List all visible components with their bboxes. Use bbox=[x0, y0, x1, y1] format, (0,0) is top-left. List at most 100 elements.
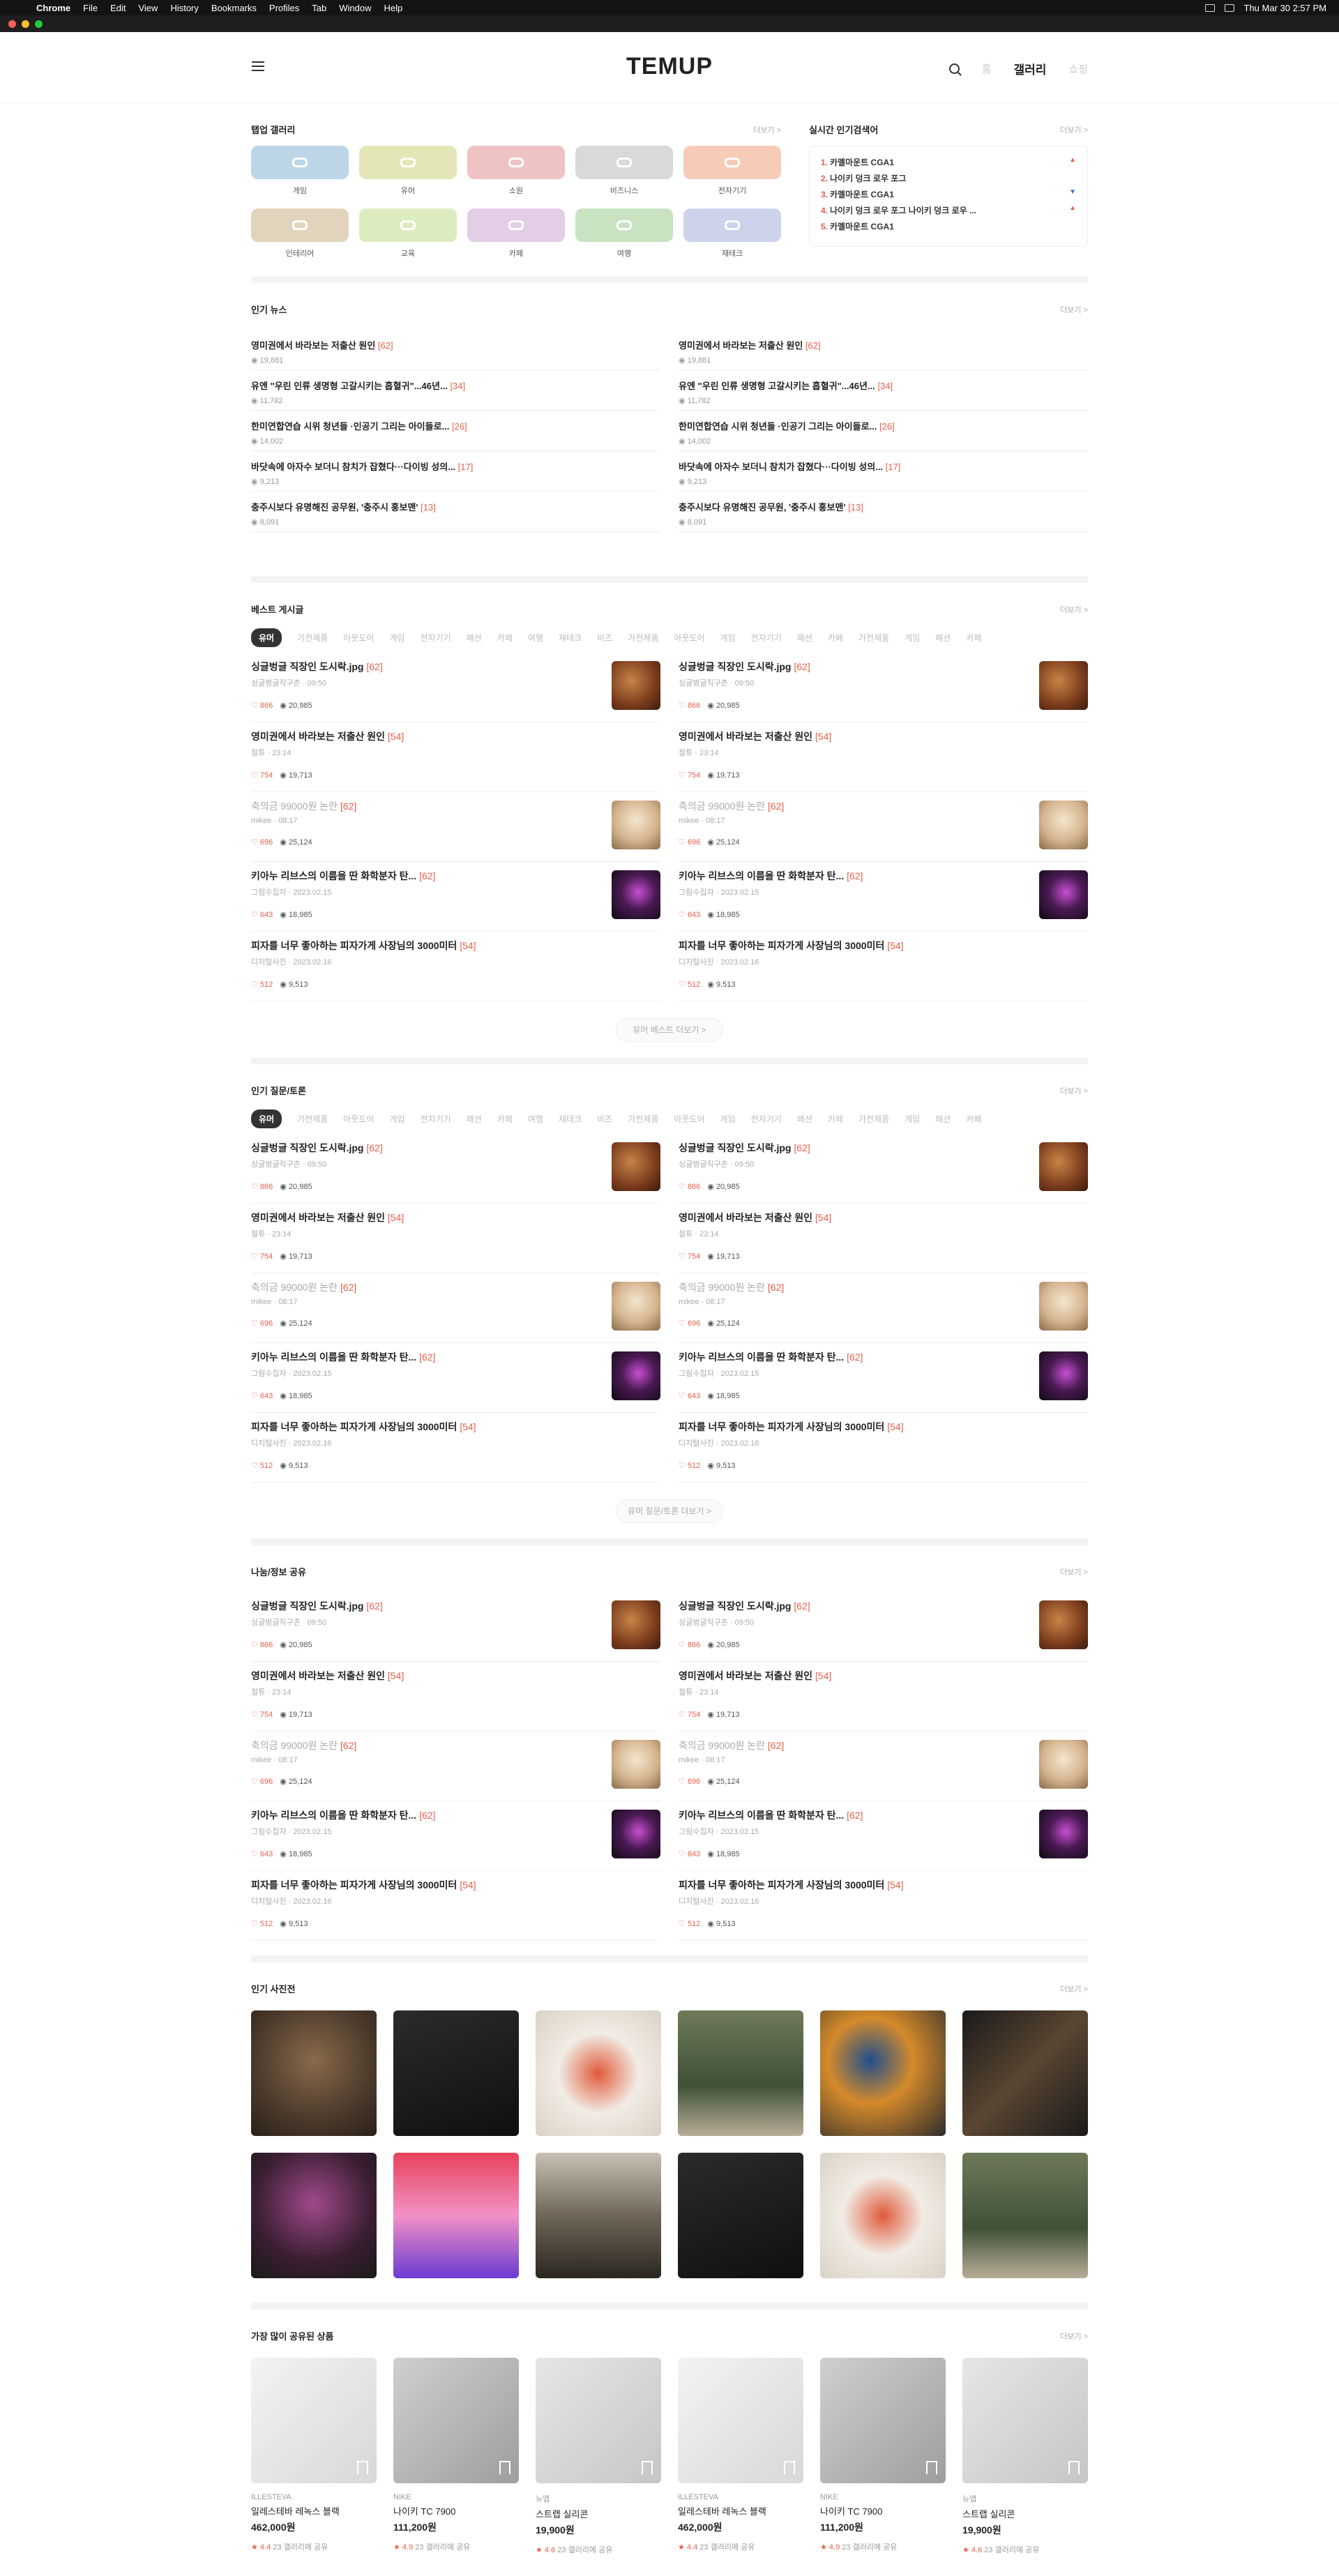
post-item[interactable]: 피자를 너무 좋아하는 피자가게 사장님의 3000미터 [54] 디지털사진 ·… bbox=[251, 1413, 660, 1483]
post-item[interactable]: 영미권에서 바라보는 저출산 원인 [54] 절튜 · 23:14 ♡ 754 ◉ 1… bbox=[679, 1204, 1088, 1273]
os-menu-item[interactable]: Help bbox=[384, 3, 403, 13]
category-tab[interactable]: 카페 bbox=[966, 632, 981, 644]
gallery-category-7[interactable]: 교육 bbox=[359, 209, 457, 259]
post-item[interactable]: 싱글벙글 직장인 도시락.jpg [62] 싱글벙글직구촌 · 09:50 ♡ 86… bbox=[251, 1592, 660, 1662]
post-item[interactable]: 축의금 99000원 논란 [62] mikee · 08:17 ♡ 696 ◉ 25… bbox=[251, 1732, 660, 1801]
os-menu-item[interactable]: Tab bbox=[312, 3, 326, 13]
category-tab[interactable]: 가전제품 bbox=[297, 1113, 328, 1125]
wifi-icon[interactable] bbox=[1224, 3, 1234, 12]
news-item[interactable]: 충주시보다 유명해진 공무원, '충주시 홍보맨' [13] ◉ 8,091 bbox=[679, 492, 1088, 532]
post-thumbnail[interactable] bbox=[1039, 661, 1088, 710]
category-tab[interactable]: 유머 bbox=[251, 628, 282, 647]
realtime-rank-item[interactable]: 2. 나이키 덩크 로우 포그 bbox=[821, 172, 1076, 188]
realtime-rank-item[interactable]: 4. 나이키 덩크 로우 포그 나이키 덩크 로우 ... ▲ bbox=[821, 204, 1076, 220]
category-tab[interactable]: 가전제품 bbox=[858, 632, 889, 644]
best-more-button[interactable]: 유머 베스트 더보기 > bbox=[616, 1018, 723, 1042]
post-thumbnail[interactable] bbox=[1039, 1142, 1088, 1191]
gallery-photo[interactable] bbox=[962, 2153, 1088, 2278]
photos-more-link[interactable]: 더보기 > bbox=[1060, 1983, 1088, 1994]
product-image[interactable] bbox=[678, 2358, 803, 2483]
product-image[interactable] bbox=[536, 2358, 661, 2483]
post-item[interactable]: 영미권에서 바라보는 저출산 원인 [54] 절튜 · 23:14 ♡ 754 ◉ 1… bbox=[251, 722, 660, 792]
post-item[interactable]: 축의금 99000원 논란 [62] mikee · 08:17 ♡ 696 ◉ 25… bbox=[679, 1732, 1088, 1801]
gallery-photo[interactable] bbox=[962, 2010, 1088, 2136]
post-item[interactable]: 피자를 너무 좋아하는 피자가게 사장님의 3000미터 [54] 디지털사진 ·… bbox=[679, 1871, 1088, 1941]
product-card[interactable]: 뉴앱 스트랩 실리콘 19,900원 ★ 4.6 23 갤러리에 공유 bbox=[536, 2358, 661, 2555]
product-card[interactable]: ILLESTEVA 일레스테바 레녹스 블랙 462,000원 ★ 4.4 23 갤러… bbox=[251, 2358, 377, 2555]
gallery-photo[interactable] bbox=[251, 2153, 377, 2278]
news-item[interactable]: 영미권에서 바라보는 저출산 원인 [62] ◉ 19,881 bbox=[679, 330, 1088, 370]
post-item[interactable]: 피자를 너무 좋아하는 피자가게 사장님의 3000미터 [54] 디지털사진 ·… bbox=[251, 1871, 660, 1941]
bookmark-icon[interactable] bbox=[499, 2461, 510, 2475]
products-more-link[interactable]: 더보기 > bbox=[1060, 2331, 1088, 2342]
category-tab[interactable]: 여행 bbox=[528, 1113, 543, 1125]
category-tab[interactable]: 전자기기 bbox=[751, 1113, 782, 1125]
post-item[interactable]: 축의금 99000원 논란 [62] mikee · 08:17 ♡ 696 ◉ 25… bbox=[679, 1273, 1088, 1343]
post-item[interactable]: 싱글벙글 직장인 도시락.jpg [62] 싱글벙글직구촌 · 09:50 ♡ 86… bbox=[251, 1134, 660, 1204]
gallery-more-link[interactable]: 더보기 > bbox=[753, 124, 781, 135]
news-item[interactable]: 한미연합연습 시위 청년들 ·인공기 그리는 아이들로... [26] ◉ 14,… bbox=[679, 411, 1088, 451]
bookmark-icon[interactable] bbox=[926, 2461, 937, 2475]
category-tab[interactable]: 카페 bbox=[828, 1113, 843, 1125]
battery-icon[interactable] bbox=[1204, 3, 1215, 12]
news-item[interactable]: 충주시보다 유명해진 공무원, '충주시 홍보맨' [13] ◉ 8,091 bbox=[251, 492, 660, 532]
os-menu-item[interactable]: Bookmarks bbox=[211, 3, 257, 13]
os-menu-item[interactable]: Window bbox=[339, 3, 371, 13]
gallery-category-5[interactable]: 전자기기 bbox=[683, 146, 781, 196]
news-item[interactable]: 바닷속에 아자수 보더니 참치가 잡혔다···다이빙 성의... [17] ◉ 9… bbox=[679, 451, 1088, 492]
gallery-photo[interactable] bbox=[251, 2010, 377, 2136]
category-tab[interactable]: 게임 bbox=[905, 632, 920, 644]
category-tab[interactable]: 게임 bbox=[905, 1113, 920, 1125]
gallery-category-1[interactable]: 게임 bbox=[251, 146, 349, 196]
os-menu-item[interactable]: Edit bbox=[110, 3, 126, 13]
post-thumbnail[interactable] bbox=[612, 870, 660, 919]
gallery-photo[interactable] bbox=[678, 2153, 803, 2278]
clock[interactable]: Thu Mar 30 2:57 PM bbox=[1244, 3, 1327, 13]
site-logo[interactable]: TEMUP bbox=[0, 53, 1339, 80]
category-tab[interactable]: 전자기기 bbox=[751, 632, 782, 644]
category-tab[interactable]: 여행 bbox=[528, 632, 543, 644]
category-tab[interactable]: 가전제품 bbox=[628, 1113, 658, 1125]
bookmark-icon[interactable] bbox=[357, 2461, 368, 2475]
product-image[interactable] bbox=[820, 2358, 946, 2483]
maximize-window-button[interactable] bbox=[35, 20, 43, 28]
gallery-photo[interactable] bbox=[820, 2010, 946, 2136]
best-more-link[interactable]: 더보기 > bbox=[1060, 604, 1088, 615]
category-tab[interactable]: 아웃도어 bbox=[674, 632, 704, 644]
post-item[interactable]: 키아누 리브스의 이름을 딴 화학분자 탄... [62] 그림수집자 · 202… bbox=[679, 862, 1088, 932]
post-item[interactable]: 축의금 99000원 논란 [62] mikee · 08:17 ♡ 696 ◉ 25… bbox=[251, 792, 660, 862]
category-tab[interactable]: 가전제품 bbox=[628, 632, 658, 644]
post-item[interactable]: 키아누 리브스의 이름을 딴 화학분자 탄... [62] 그림수집자 · 202… bbox=[251, 862, 660, 932]
news-item[interactable]: 영미권에서 바라보는 저출산 원인 [62] ◉ 19,881 bbox=[251, 330, 660, 370]
news-item[interactable]: 유엔 "우린 인류 생명형 고갈시키는 흡혈귀"...46년... [34] ◉ … bbox=[679, 370, 1088, 411]
product-card[interactable]: NIKE 나이키 TC 7900 111,200원 ★ 4.9 23 갤러리에 공유 bbox=[393, 2358, 519, 2555]
category-tab[interactable]: 비즈 bbox=[597, 1113, 612, 1125]
realtime-rank-item[interactable]: 5. 카멜마운트 CGA1 bbox=[821, 220, 1076, 236]
category-tab[interactable]: 아웃도어 bbox=[674, 1113, 704, 1125]
realtime-rank-item[interactable]: 1. 카멜마운트 CGA1 ▲ bbox=[821, 156, 1076, 172]
share-more-link[interactable]: 더보기 > bbox=[1060, 1566, 1088, 1577]
category-tab[interactable]: 전자기기 bbox=[421, 1113, 451, 1125]
category-tab[interactable]: 가전제품 bbox=[858, 1113, 889, 1125]
product-image[interactable] bbox=[962, 2358, 1088, 2483]
app-name[interactable]: Chrome bbox=[36, 3, 70, 13]
category-tab[interactable]: 게임 bbox=[720, 1113, 736, 1125]
category-tab[interactable]: 카페 bbox=[497, 632, 513, 644]
category-tab[interactable]: 재테크 bbox=[559, 632, 582, 644]
post-item[interactable]: 피자를 너무 좋아하는 피자가게 사장님의 3000미터 [54] 디지털사진 ·… bbox=[251, 932, 660, 1001]
gallery-category-2[interactable]: 유머 bbox=[359, 146, 457, 196]
gallery-photo[interactable] bbox=[393, 2153, 519, 2278]
post-thumbnail[interactable] bbox=[1039, 1282, 1088, 1331]
category-tab[interactable]: 패션 bbox=[797, 632, 812, 644]
category-tab[interactable]: 패션 bbox=[467, 1113, 482, 1125]
qna-more-button[interactable]: 유머 질문/토론 더보기 > bbox=[616, 1499, 723, 1523]
product-card[interactable]: NIKE 나이키 TC 7900 111,200원 ★ 4.9 23 갤러리에 공유 bbox=[820, 2358, 946, 2555]
bookmark-icon[interactable] bbox=[1068, 2461, 1080, 2475]
category-tab[interactable]: 패션 bbox=[935, 632, 951, 644]
post-item[interactable]: 싱글벙글 직장인 도시락.jpg [62] 싱글벙글직구촌 · 09:50 ♡ 86… bbox=[679, 1134, 1088, 1204]
os-menu-item[interactable]: History bbox=[170, 3, 198, 13]
close-window-button[interactable] bbox=[8, 20, 16, 28]
search-icon[interactable] bbox=[948, 63, 960, 74]
post-item[interactable]: 축의금 99000원 논란 [62] mikee · 08:17 ♡ 696 ◉ 25… bbox=[679, 792, 1088, 862]
post-item[interactable]: 영미권에서 바라보는 저출산 원인 [54] 절튜 · 23:14 ♡ 754 ◉ 1… bbox=[251, 1204, 660, 1273]
